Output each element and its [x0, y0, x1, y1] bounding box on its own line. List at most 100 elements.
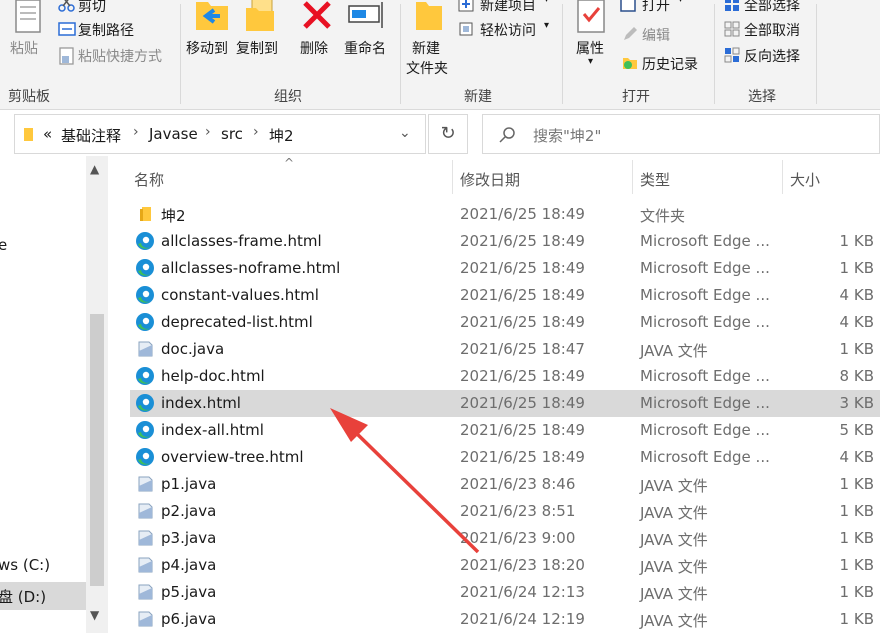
- scroll-up-icon[interactable]: ▲: [90, 162, 99, 176]
- new-folder-label-line1[interactable]: 新建: [412, 38, 440, 58]
- column-header-name[interactable]: 名称: [134, 158, 450, 196]
- file-row[interactable]: overview-tree.html 2021/6/25 18:49 Microso…: [130, 444, 880, 471]
- copy-path-button[interactable]: 复制路径: [78, 20, 134, 40]
- search-box[interactable]: 搜索"坤2": [482, 114, 880, 154]
- nav-item-drive-d[interactable]: 盘 (D:): [0, 586, 46, 607]
- file-row[interactable]: p2.java 2021/6/23 8:51 JAVA 文件 1 KB: [130, 498, 880, 525]
- column-header-modified[interactable]: 修改日期: [460, 158, 630, 196]
- edge-icon: [135, 312, 155, 332]
- file-name: index.html: [161, 394, 241, 412]
- file-row[interactable]: index.html 2021/6/25 18:49 Microsoft Edge …: [130, 390, 880, 417]
- file-row[interactable]: p3.java 2021/6/23 9:00 JAVA 文件 1 KB: [130, 525, 880, 552]
- file-type: JAVA 文件: [640, 612, 708, 630]
- paste-shortcut-button[interactable]: 粘贴快捷方式: [78, 46, 162, 66]
- new-item-icon: [458, 0, 474, 12]
- chevron-right-icon[interactable]: ›: [253, 124, 259, 140]
- file-size: 1 KB: [839, 502, 874, 520]
- column-header-type[interactable]: 类型: [640, 158, 780, 196]
- select-all-button[interactable]: 全部选择: [744, 0, 800, 15]
- chevron-down-icon[interactable]: ⌄: [399, 125, 411, 141]
- file-row[interactable]: p6.java 2021/6/24 12:19 JAVA 文件 1 KB: [130, 606, 880, 633]
- nav-item-partial[interactable]: e: [0, 236, 7, 254]
- breadcrumb-item[interactable]: 基础注释: [61, 125, 121, 146]
- new-folder-icon[interactable]: [414, 0, 444, 32]
- copy-to-button[interactable]: 复制到: [236, 38, 278, 58]
- file-type: JAVA 文件: [640, 477, 708, 495]
- copy-to-icon[interactable]: [244, 0, 280, 34]
- file-type: JAVA 文件: [640, 558, 708, 576]
- invert-selection-icon: [724, 47, 740, 63]
- easy-access-button[interactable]: 轻松访问: [480, 20, 536, 40]
- properties-icon[interactable]: [576, 0, 608, 34]
- cut-button[interactable]: 剪切: [78, 0, 106, 16]
- search-input[interactable]: 搜索"坤2": [533, 125, 601, 146]
- file-type: Microsoft Edge ...: [640, 367, 770, 385]
- chevron-right-icon[interactable]: ›: [205, 124, 211, 140]
- edge-icon: [135, 447, 155, 467]
- column-divider[interactable]: [452, 160, 453, 194]
- delete-button[interactable]: 删除: [300, 38, 328, 58]
- file-row[interactable]: index-all.html 2021/6/25 18:49 Microsoft E…: [130, 417, 880, 444]
- paste-icon[interactable]: [10, 0, 46, 34]
- new-item-button[interactable]: 新建项目: [480, 0, 536, 15]
- move-to-icon[interactable]: [194, 0, 230, 34]
- file-row[interactable]: help-doc.html 2021/6/25 18:49 Microsoft Ed…: [130, 363, 880, 390]
- nav-item-drive-c[interactable]: ws (C:): [0, 556, 50, 574]
- file-modified-date: 2021/6/25 18:49: [460, 421, 585, 439]
- move-to-button[interactable]: 移动到: [186, 38, 228, 58]
- refresh-icon: ↻: [440, 123, 456, 144]
- file-type: JAVA 文件: [640, 504, 708, 522]
- file-row[interactable]: 坤2 2021/6/25 18:49 文件夹: [130, 201, 880, 228]
- nav-scrollbar[interactable]: ▲ ▼: [86, 156, 108, 633]
- breadcrumb-item[interactable]: src: [221, 125, 243, 143]
- column-header-label: 大小: [790, 171, 821, 189]
- scroll-down-icon[interactable]: ▼: [90, 608, 99, 622]
- file-size: 1 KB: [839, 340, 874, 358]
- refresh-button[interactable]: ↻: [428, 114, 468, 154]
- java-file-icon: [135, 501, 155, 521]
- paste-button[interactable]: 粘贴: [10, 38, 38, 58]
- file-name: index-all.html: [161, 421, 264, 439]
- breadcrumb-item[interactable]: 坤2: [269, 125, 294, 146]
- breadcrumb-overflow[interactable]: «: [43, 125, 52, 143]
- file-size: 8 KB: [839, 367, 874, 385]
- rename-button[interactable]: 重命名: [344, 38, 386, 58]
- scrollbar-thumb[interactable]: [90, 314, 104, 586]
- file-row[interactable]: doc.java 2021/6/25 18:47 JAVA 文件 1 KB: [130, 336, 880, 363]
- edit-button[interactable]: 编辑: [642, 25, 670, 45]
- file-modified-date: 2021/6/25 18:49: [460, 205, 585, 223]
- rename-icon[interactable]: [348, 0, 386, 30]
- java-file-icon: [135, 474, 155, 494]
- address-bar[interactable]: « 基础注释 › Javase › src › 坤2 ⌄: [14, 114, 426, 154]
- edge-icon: [135, 366, 155, 386]
- group-label-open: 打开: [622, 89, 650, 105]
- column-divider[interactable]: [782, 160, 783, 194]
- delete-icon[interactable]: [302, 0, 332, 30]
- file-row[interactable]: constant-values.html 2021/6/25 18:49 Micro…: [130, 282, 880, 309]
- column-header-size[interactable]: 大小: [790, 158, 880, 196]
- chevron-right-icon[interactable]: ›: [133, 124, 139, 140]
- folder-icon: [24, 128, 33, 141]
- open-button[interactable]: 打开: [642, 0, 670, 15]
- history-button[interactable]: 历史记录: [642, 54, 698, 74]
- new-folder-label-line2[interactable]: 文件夹: [406, 58, 448, 78]
- breadcrumb-item[interactable]: Javase: [149, 125, 198, 143]
- chevron-down-icon[interactable]: ▾: [544, 20, 549, 31]
- chevron-down-icon[interactable]: ▾: [588, 56, 593, 67]
- invert-selection-button[interactable]: 反向选择: [744, 46, 800, 66]
- edge-icon: [135, 420, 155, 440]
- file-row[interactable]: allclasses-frame.html 2021/6/25 18:49 Micr…: [130, 228, 880, 255]
- file-row[interactable]: p5.java 2021/6/24 12:13 JAVA 文件 1 KB: [130, 579, 880, 606]
- column-divider[interactable]: [632, 160, 633, 194]
- chevron-down-icon[interactable]: ▾: [544, 0, 549, 5]
- chevron-down-icon[interactable]: ▾: [678, 0, 683, 5]
- file-row[interactable]: p1.java 2021/6/23 8:46 JAVA 文件 1 KB: [130, 471, 880, 498]
- properties-button[interactable]: 属性: [576, 38, 604, 58]
- file-size: 1 KB: [839, 259, 874, 277]
- select-none-button[interactable]: 全部取消: [744, 20, 800, 40]
- file-row[interactable]: p4.java 2021/6/23 18:20 JAVA 文件 1 KB: [130, 552, 880, 579]
- file-row[interactable]: deprecated-list.html 2021/6/25 18:49 Micro…: [130, 309, 880, 336]
- file-size: 1 KB: [839, 232, 874, 250]
- file-row[interactable]: allclasses-noframe.html 2021/6/25 18:49 Mi…: [130, 255, 880, 282]
- history-icon: [623, 58, 637, 69]
